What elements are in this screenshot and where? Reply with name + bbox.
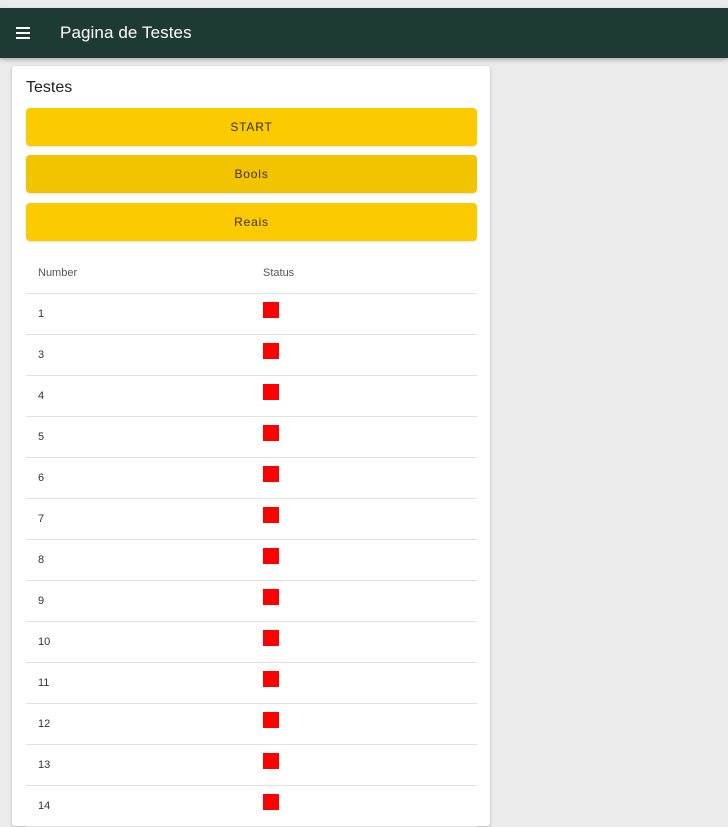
row-number: 4 xyxy=(38,390,45,402)
status-indicator xyxy=(263,711,279,728)
row-status xyxy=(263,342,477,365)
table-row: 3 xyxy=(26,335,477,376)
row-number: 8 xyxy=(38,554,45,566)
app-title: Pagina de Testes xyxy=(60,23,192,42)
table-row: 11 xyxy=(26,663,477,704)
row-status xyxy=(263,752,477,775)
start-button[interactable]: START xyxy=(26,108,477,146)
row-number: 13 xyxy=(38,759,51,771)
row-status xyxy=(263,547,477,570)
row-number: 10 xyxy=(38,636,51,648)
table-row: 12 xyxy=(26,704,477,745)
table-row: 14 xyxy=(26,786,477,827)
table-row: 4 xyxy=(26,376,477,417)
table-row: 13 xyxy=(26,745,477,786)
menu-icon[interactable] xyxy=(11,21,35,45)
app-bar: Pagina de Testes xyxy=(0,8,728,58)
status-indicator xyxy=(263,670,279,687)
status-indicator xyxy=(263,752,279,769)
results-table: Number Status 1 3 4 5 6 7 8 9 10 11 12 13 14 xyxy=(26,252,477,827)
status-indicator xyxy=(263,424,279,441)
row-status xyxy=(263,629,477,652)
status-indicator xyxy=(263,383,279,400)
row-number: 5 xyxy=(38,431,45,443)
row-number: 9 xyxy=(38,595,45,607)
row-status xyxy=(263,711,477,734)
row-status xyxy=(263,670,477,693)
row-status xyxy=(263,465,477,488)
row-number: 11 xyxy=(38,677,50,689)
row-number: 1 xyxy=(38,308,45,320)
table-row: 7 xyxy=(26,499,477,540)
table-row: 9 xyxy=(26,581,477,622)
row-status xyxy=(263,424,477,447)
status-indicator xyxy=(263,301,279,318)
row-number: 12 xyxy=(38,718,51,730)
row-number: 14 xyxy=(38,800,51,812)
bools-button[interactable]: Bools xyxy=(26,155,477,193)
row-number: 3 xyxy=(38,349,45,361)
table-header: Number Status xyxy=(26,252,477,294)
status-indicator xyxy=(263,793,279,810)
row-status xyxy=(263,506,477,529)
row-status xyxy=(263,383,477,406)
status-indicator xyxy=(263,629,279,646)
row-status xyxy=(263,301,477,324)
card-title: Testes xyxy=(26,79,73,96)
status-column-header: Status xyxy=(263,266,295,279)
status-indicator xyxy=(263,465,279,482)
table-row: 6 xyxy=(26,458,477,499)
row-status xyxy=(263,793,477,816)
table-body: 1 3 4 5 6 7 8 9 10 11 12 13 14 xyxy=(26,294,477,827)
status-indicator xyxy=(263,588,279,605)
table-row: 1 xyxy=(26,294,477,335)
row-number: 7 xyxy=(38,513,45,525)
table-row: 5 xyxy=(26,417,477,458)
number-column-header: Number xyxy=(38,266,78,279)
tests-card: Testes START Bools Reais Number Status 1… xyxy=(12,66,490,827)
status-indicator xyxy=(263,547,279,564)
table-row: 10 xyxy=(26,622,477,663)
status-indicator xyxy=(263,342,279,359)
reais-button[interactable]: Reais xyxy=(26,203,477,241)
row-status xyxy=(263,588,477,611)
table-row: 8 xyxy=(26,540,477,581)
status-indicator xyxy=(263,506,279,523)
row-number: 6 xyxy=(38,472,45,484)
